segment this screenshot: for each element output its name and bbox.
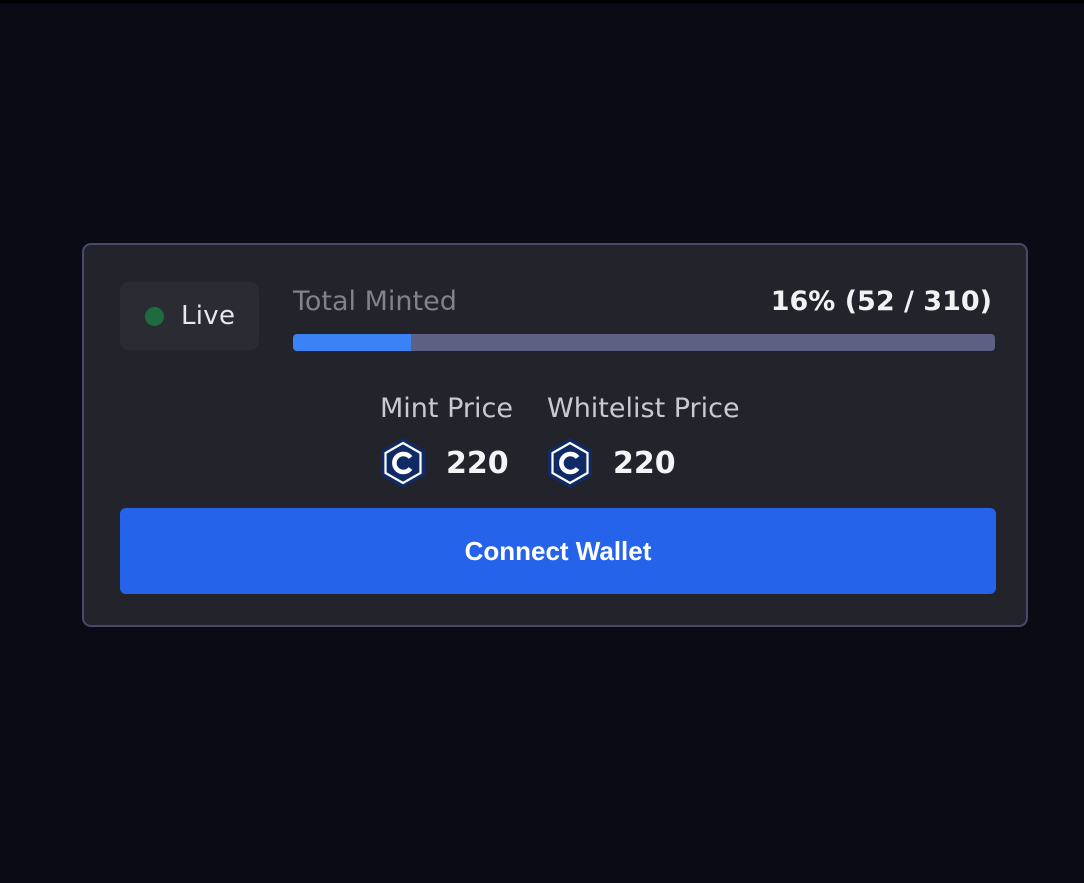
cro-coin-icon — [548, 438, 592, 488]
connect-wallet-button[interactable]: Connect Wallet — [120, 508, 996, 594]
cro-coin-icon — [381, 438, 425, 488]
mint-progress-bar — [293, 334, 995, 351]
mint-price-block: Mint Price 220 — [380, 393, 513, 489]
whitelist-price-label: Whitelist Price — [547, 393, 740, 424]
mint-price-value: 220 — [446, 445, 509, 481]
whitelist-price-block: Whitelist Price 220 — [547, 393, 740, 489]
top-edge-strip — [0, 0, 1084, 3]
total-minted-value: 16% (52 / 310) — [770, 286, 992, 317]
whitelist-price-value: 220 — [613, 445, 676, 481]
status-badge: Live — [120, 282, 259, 350]
mint-progress-fill — [293, 334, 411, 351]
mint-price-label: Mint Price — [380, 393, 513, 424]
live-status-dot — [145, 306, 164, 326]
mint-price-row: 220 — [380, 437, 513, 489]
total-minted-label: Total Minted — [293, 286, 457, 317]
mint-card: Live Total Minted 16% (52 / 310) Mint Pr… — [82, 243, 1028, 627]
whitelist-price-row: 220 — [547, 437, 740, 489]
status-label: Live — [181, 301, 236, 331]
